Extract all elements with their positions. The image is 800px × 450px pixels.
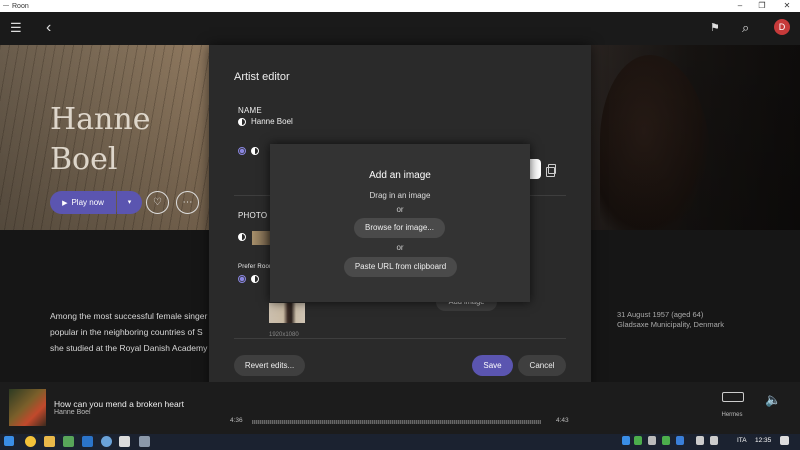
menu-icon[interactable]: ☰ bbox=[10, 20, 22, 36]
minimize-button[interactable]: – bbox=[729, 0, 751, 12]
name-option-default[interactable]: Hanne Boel bbox=[238, 117, 293, 126]
vb-icon[interactable] bbox=[82, 436, 93, 447]
artist-name-line2: Boel bbox=[50, 142, 118, 177]
photo-thumbnail[interactable] bbox=[252, 231, 270, 245]
bio-line: Among the most successful female singer bbox=[50, 311, 208, 321]
play-now-button[interactable]: ▶ Play now bbox=[50, 191, 116, 214]
seek-bar[interactable] bbox=[252, 420, 541, 424]
bio-line: popular in the neighboring countries of … bbox=[50, 327, 203, 337]
elapsed-time: 4:36 bbox=[230, 417, 243, 424]
clock[interactable]: 12:35 bbox=[755, 437, 771, 444]
app-topbar: ☰ ‹ ⚑ ⌕ bbox=[0, 12, 800, 45]
avatar[interactable]: D bbox=[774, 19, 790, 35]
volume-icon[interactable]: 🔈 bbox=[765, 392, 781, 408]
name-section-label: NAME bbox=[238, 106, 262, 115]
tray-icon[interactable] bbox=[622, 436, 630, 445]
photo-option-default[interactable] bbox=[238, 233, 246, 241]
track-artist[interactable]: Hanne Boel bbox=[54, 409, 91, 416]
window-title: Roon bbox=[12, 2, 29, 10]
artist-birthplace: Gladsaxe Municipality, Denmark bbox=[617, 320, 724, 329]
drag-hint: Drag in an image bbox=[369, 191, 431, 200]
more-button[interactable]: ⋯ bbox=[176, 191, 199, 214]
name-value: Hanne Boel bbox=[251, 117, 293, 126]
photo-option-custom[interactable] bbox=[238, 275, 259, 283]
source-icon bbox=[251, 275, 259, 283]
roon-taskbar-icon[interactable] bbox=[119, 436, 130, 447]
language-indicator[interactable]: ITA bbox=[737, 437, 747, 444]
app-icon[interactable] bbox=[139, 436, 150, 447]
add-image-title: Add an image bbox=[369, 170, 431, 181]
cancel-button[interactable]: Cancel bbox=[518, 355, 566, 376]
browse-image-button[interactable]: Browse for image... bbox=[354, 218, 445, 238]
divider bbox=[234, 338, 566, 339]
bio-line: she studied at the Royal Danish Academy bbox=[50, 343, 208, 353]
paste-url-button[interactable]: Paste URL from clipboard bbox=[344, 257, 457, 277]
favorite-button[interactable]: ♡ bbox=[146, 191, 169, 214]
prefer-roon-label: Prefer Roon bbox=[238, 264, 273, 270]
copy-icon[interactable] bbox=[546, 164, 556, 177]
tray-icon[interactable] bbox=[634, 436, 642, 445]
radio-selected-icon[interactable] bbox=[238, 275, 246, 283]
app-icon[interactable] bbox=[101, 436, 112, 447]
battery-icon[interactable] bbox=[710, 436, 718, 445]
artist-meta: 31 August 1957 (aged 64) Gladsaxe Munici… bbox=[617, 310, 724, 330]
editor-title: Artist editor bbox=[234, 71, 290, 83]
chrome-icon[interactable] bbox=[25, 436, 36, 447]
total-time: 4:43 bbox=[556, 417, 569, 424]
or-separator: or bbox=[396, 205, 404, 214]
source-icon bbox=[238, 117, 246, 126]
source-icon bbox=[238, 233, 246, 241]
zone-icon[interactable] bbox=[722, 392, 744, 402]
track-title[interactable]: How can you mend a broken heart bbox=[54, 399, 184, 409]
play-icon: ▶ bbox=[62, 199, 68, 207]
play-now-label: Play now bbox=[71, 198, 104, 207]
explorer-icon[interactable] bbox=[44, 436, 55, 447]
start-icon[interactable] bbox=[4, 436, 14, 446]
radio-selected-icon[interactable] bbox=[238, 147, 246, 155]
back-icon[interactable]: ‹ bbox=[46, 20, 51, 36]
add-image-dialog: Add an image Drag in an image or Browse … bbox=[270, 144, 530, 302]
bluetooth-icon[interactable] bbox=[676, 436, 684, 445]
artist-bio: Among the most successful female singer … bbox=[50, 308, 220, 356]
play-options-button[interactable]: ▾ bbox=[117, 191, 142, 214]
or-separator: or bbox=[396, 243, 404, 252]
album-art[interactable] bbox=[9, 389, 46, 426]
revert-edits-button[interactable]: Revert edits... bbox=[234, 355, 305, 376]
close-button[interactable]: ✕ bbox=[776, 0, 798, 12]
window-titlebar: — Roon – ❐ ✕ bbox=[0, 0, 800, 12]
artist-name: Hanne Boel bbox=[50, 100, 190, 180]
search-icon[interactable]: ⌕ bbox=[742, 20, 749, 36]
photo-section-label: PHOTO bbox=[238, 211, 268, 220]
window-menu-icon[interactable]: — bbox=[0, 3, 12, 9]
bookmark-icon[interactable]: ⚑ bbox=[710, 20, 720, 36]
artist-name-line1: Hanne bbox=[50, 102, 151, 137]
zone-name[interactable]: Hermes bbox=[712, 412, 752, 418]
source-icon bbox=[251, 147, 259, 155]
notifications-icon[interactable] bbox=[780, 436, 789, 445]
save-button[interactable]: Save bbox=[472, 355, 513, 376]
tray-icon[interactable] bbox=[662, 436, 670, 445]
spreadsheet-icon[interactable] bbox=[63, 436, 74, 447]
photo-dimensions: 1920x1080 bbox=[269, 332, 299, 338]
artist-born: 31 August 1957 (aged 64) bbox=[617, 310, 704, 319]
tray-icon[interactable] bbox=[648, 436, 656, 445]
maximize-button[interactable]: ❐ bbox=[751, 0, 773, 12]
name-option-custom[interactable] bbox=[238, 147, 259, 155]
custom-photo-thumbnail[interactable] bbox=[269, 303, 305, 323]
wifi-icon[interactable] bbox=[696, 436, 704, 445]
